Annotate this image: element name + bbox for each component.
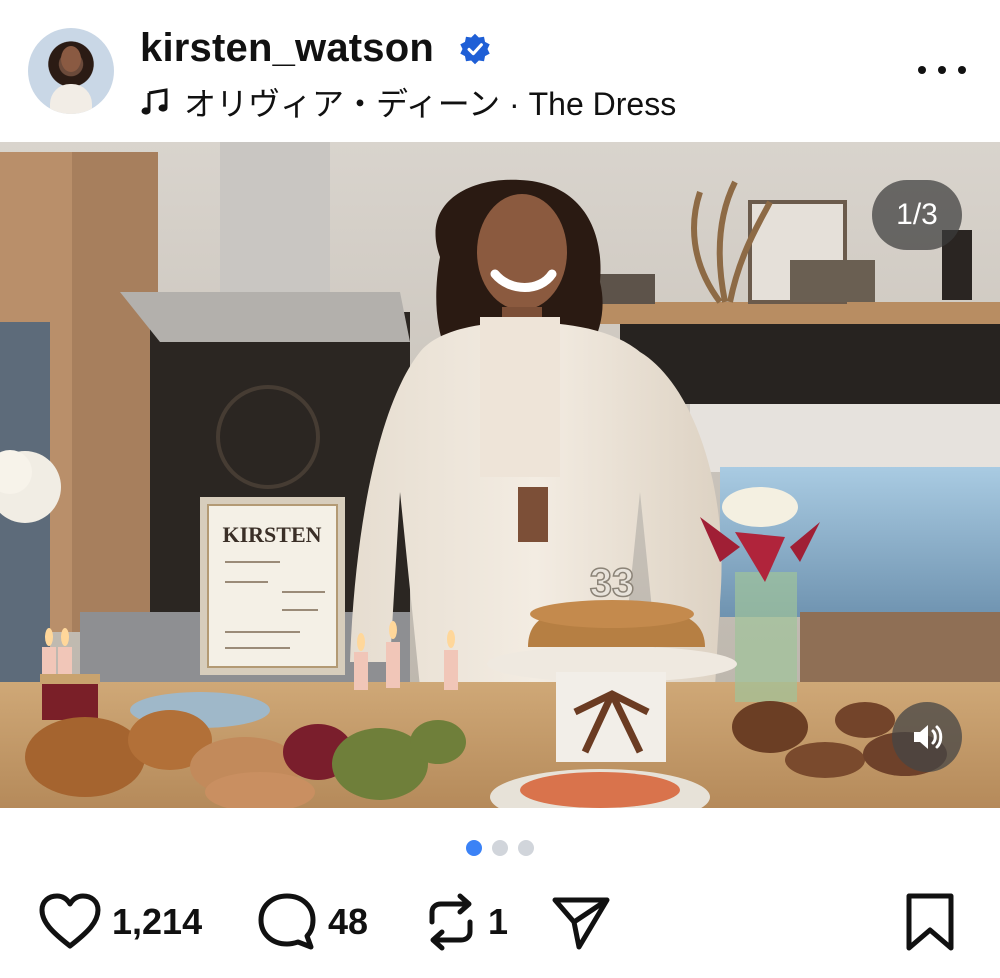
comment-button[interactable]: 48 [256,886,368,958]
bookmark-icon [906,893,954,951]
music-track[interactable]: オリヴィア・ディーン · The Dress [140,82,676,122]
comment-icon [258,893,316,950]
carousel-counter: 1/3 [872,180,962,250]
music-note-icon [141,88,168,115]
avatar[interactable] [28,28,114,114]
cake-candle-numbers: 33 [590,561,635,605]
repost-button[interactable]: 1 [424,886,508,958]
more-options-button[interactable] [914,56,970,84]
music-track-label: オリヴィア・ディーン · The Dress [184,86,677,122]
volume-icon [914,725,943,749]
carousel-dot-2[interactable] [492,840,508,856]
more-dot [938,66,946,74]
more-dot [958,66,966,74]
avatar-body-shape [50,84,92,114]
repost-count: 1 [488,901,509,942]
post-image[interactable]: KIRSTEN 33 1/3 [0,142,1000,808]
share-button[interactable] [550,886,612,958]
comment-count: 48 [328,901,369,942]
save-button[interactable] [904,886,956,958]
carousel-dot-3[interactable] [518,840,534,856]
action-bar: 1,214 48 1 [0,886,1000,958]
menu-card-heading: KIRSTEN [222,522,321,547]
carousel-indicator [0,840,1000,858]
post-header: kirsten_watson オリヴィア・ディーン · The Dress [0,0,1000,142]
more-horizontal-icon [918,66,926,74]
repost-icon [429,893,473,951]
username[interactable]: kirsten_watson [140,26,434,71]
photo-scene: KIRSTEN 33 [0,142,1000,808]
sound-toggle-button[interactable] [892,702,962,772]
verified-badge-icon [460,33,490,65]
avatar-face-shape [61,46,81,72]
send-icon [552,897,610,950]
heart-icon [39,893,101,949]
like-button[interactable]: 1,214 [38,886,202,958]
like-count: 1,214 [112,901,203,942]
carousel-dot-1[interactable] [466,840,482,856]
